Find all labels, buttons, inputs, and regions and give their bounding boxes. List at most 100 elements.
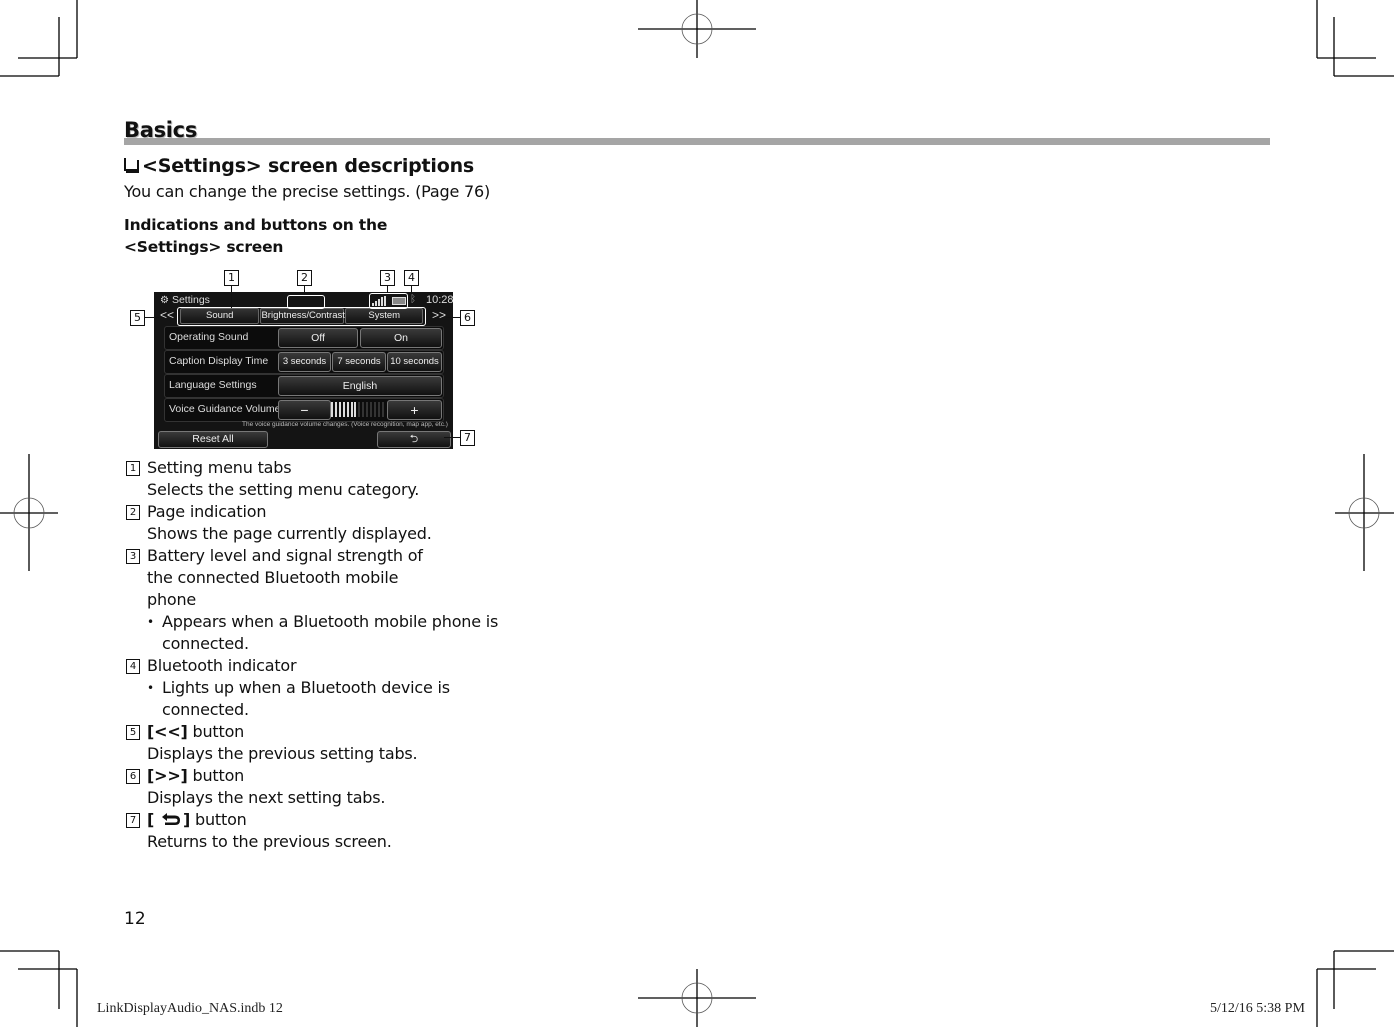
list-item-4: 4 Bluetooth indicator Lights up when a B… <box>124 655 504 721</box>
volume-bar <box>373 402 376 417</box>
row-label: Language Settings <box>169 379 257 391</box>
item-number: 4 <box>126 659 140 674</box>
volume-bar <box>334 402 337 417</box>
back-arrow-icon <box>162 813 181 825</box>
callout-5: 5 <box>130 310 145 326</box>
item-title-rest: button <box>187 722 245 741</box>
item-desc: Shows the page currently displayed. <box>147 524 432 543</box>
volume-note: The voice guidance volume changes. (Voic… <box>242 421 448 428</box>
row-caption-display-time: Caption Display Time 3 seconds 7 seconds… <box>164 350 444 374</box>
operating-sound-on-button[interactable]: On <box>360 328 442 348</box>
item-title: [<<] button <box>147 721 504 743</box>
callout-line <box>231 285 232 308</box>
item-title: [>>] button <box>147 765 504 787</box>
list-item-3: 3 Battery level and signal strength of t… <box>124 545 504 655</box>
caption-10-seconds-button[interactable]: 10 seconds <box>387 352 442 372</box>
callout-2: 2 <box>297 270 312 286</box>
operating-sound-off-button[interactable]: Off <box>278 328 358 348</box>
page-number: 12 <box>124 909 146 929</box>
row-label: Caption Display Time <box>169 355 269 367</box>
volume-bar <box>370 402 372 417</box>
page-heading: <Settings> screen descriptions <box>124 155 474 177</box>
volume-bar <box>346 402 349 417</box>
item-desc: Returns to the previous screen. <box>147 832 392 851</box>
bluetooth-icon: ᛒ <box>410 294 416 305</box>
volume-bar <box>342 402 345 417</box>
heading-text: <Settings> screen descriptions <box>142 155 475 177</box>
callout-4: 4 <box>404 270 419 286</box>
item-number: 6 <box>126 769 140 784</box>
reset-all-button[interactable]: Reset All <box>158 431 268 448</box>
gear-icon: ⚙ <box>160 295 169 306</box>
caption-3-seconds-button[interactable]: 3 seconds <box>278 352 331 372</box>
callout-1: 1 <box>224 270 239 286</box>
item-number: 3 <box>126 549 140 564</box>
item-title-bold: [>>] <box>147 766 188 785</box>
item-title: Battery level and signal strength of the… <box>147 546 423 609</box>
item-title-rest: button <box>190 810 247 829</box>
back-button[interactable]: ⮌ <box>377 431 451 448</box>
volume-bar <box>381 402 384 417</box>
page-indicator-highlight <box>287 295 325 309</box>
volume-bar <box>354 402 357 417</box>
screen-title-text: Settings <box>171 294 210 306</box>
volume-bar <box>358 402 361 417</box>
item-title: Setting menu tabs <box>147 458 292 477</box>
row-label: Operating Sound <box>169 331 249 343</box>
list-item-6: 6 [>>] button Displays the next setting … <box>124 765 504 809</box>
caption-7-seconds-button[interactable]: 7 seconds <box>332 352 386 372</box>
callout-6: 6 <box>460 310 475 326</box>
back-arrow-icon: ⮌ <box>409 433 419 445</box>
callout-line <box>304 285 305 295</box>
item-number: 5 <box>126 725 140 740</box>
item-desc: Selects the setting menu category. <box>147 480 420 499</box>
list-item-5: 5 [<<] button Displays the previous sett… <box>124 721 504 765</box>
volume-bar <box>338 402 341 417</box>
callout-line <box>387 285 388 293</box>
volume-bar <box>362 402 365 417</box>
screen-title: ⚙ Settings <box>160 294 210 306</box>
volume-bar <box>350 402 353 417</box>
volume-level-meter <box>331 402 385 417</box>
volume-bar <box>377 402 380 417</box>
item-number: 2 <box>126 505 140 520</box>
list-item-7: 7 [ ] button Returns to the previous scr… <box>124 809 504 853</box>
volume-plus-button[interactable]: + <box>387 400 442 420</box>
settings-screen-illustration: ⚙ Settings ᛒ 10:28 << Sound Brightness/Co… <box>154 292 454 449</box>
row-voice-guidance-volume: Voice Guidance Volume − + <box>164 398 444 422</box>
intro-text: You can change the precise settings. (Pa… <box>124 182 490 201</box>
list-item-2: 2 Page indication Shows the page current… <box>124 501 504 545</box>
item-desc: Displays the next setting tabs. <box>147 788 386 807</box>
next-tabs-button[interactable]: >> <box>432 308 446 322</box>
section-rule <box>124 138 1270 145</box>
item-title-bold: [<<] <box>147 722 188 741</box>
item-number: 7 <box>126 813 140 828</box>
volume-bar <box>331 402 333 417</box>
item-bullet: Lights up when a Bluetooth device is con… <box>147 677 452 721</box>
volume-bar <box>366 402 369 417</box>
subheading: Indications and buttons on the <Settings… <box>124 216 388 256</box>
row-operating-sound: Operating Sound Off On <box>164 326 444 350</box>
prev-tabs-button[interactable]: << <box>160 308 174 322</box>
callout-line <box>411 285 412 294</box>
item-title: [ ] button <box>147 809 504 831</box>
callout-3: 3 <box>380 270 395 286</box>
phone-status-highlight <box>369 293 408 309</box>
callout-line <box>444 437 460 438</box>
checkbox-bullet-icon <box>124 158 137 171</box>
language-english-button[interactable]: English <box>278 376 442 396</box>
item-title-rest: button <box>187 766 245 785</box>
tabs-highlight <box>177 307 426 326</box>
item-desc: Displays the previous setting tabs. <box>147 744 418 763</box>
clock: 10:28 <box>426 294 454 306</box>
item-number: 1 <box>126 461 140 476</box>
item-title: Page indication <box>147 502 267 521</box>
list-item-1: 1 Setting menu tabs Selects the setting … <box>124 457 504 501</box>
callout-line <box>145 317 159 318</box>
callout-line <box>446 317 460 318</box>
item-title: Bluetooth indicator <box>147 656 297 675</box>
row-label: Voice Guidance Volume <box>169 403 281 415</box>
volume-minus-button[interactable]: − <box>278 400 331 420</box>
row-language-settings: Language Settings English <box>164 374 444 398</box>
slug-date: 5/12/16 5:38 PM <box>1210 1001 1305 1016</box>
